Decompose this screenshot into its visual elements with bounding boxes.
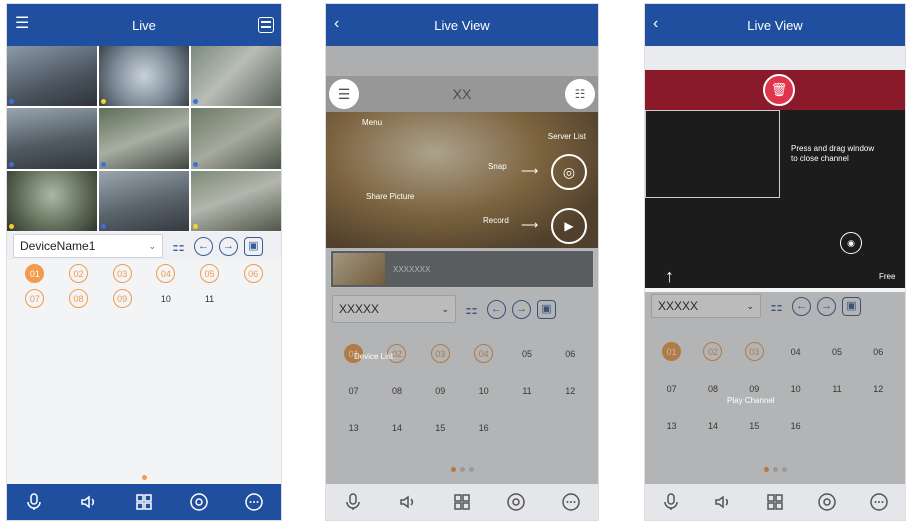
top-bar: ‹ Live View	[326, 4, 598, 46]
page-title: Live View	[747, 17, 803, 33]
device-select[interactable]: DeviceName1 ⌄	[13, 234, 163, 258]
menu-icon[interactable]: ☰	[329, 79, 359, 109]
server-list-icon[interactable]: ☷	[565, 79, 595, 109]
more-icon[interactable]	[560, 491, 582, 513]
bottom-toolbar	[645, 484, 905, 520]
camera-grid	[7, 46, 281, 231]
channel-button[interactable]: 11	[200, 289, 219, 308]
microphone-icon[interactable]	[23, 491, 45, 513]
chevron-down-icon: ⌄	[148, 240, 156, 251]
live-screen: ☰ Live DeviceName1 ⌄ ⚏ ← → ▣ 01 02 03 04 05 0…	[6, 3, 282, 521]
channel-button[interactable]: 05	[199, 264, 219, 283]
top-bar: ‹ Live View	[645, 4, 905, 46]
speaker-icon[interactable]	[712, 491, 734, 513]
channel-button[interactable]: 10	[156, 289, 175, 308]
device-select-value: DeviceName1	[20, 239, 96, 253]
camera-tile[interactable]	[99, 170, 189, 231]
page-title: Live	[132, 17, 156, 33]
microphone-icon[interactable]	[342, 491, 364, 513]
ptz-icon[interactable]	[505, 491, 527, 513]
camera-tile[interactable]	[99, 46, 189, 107]
annotation-drag-close: Press and drag window to close channel	[791, 144, 875, 163]
bottom-toolbar	[7, 484, 281, 520]
camera-tile[interactable]	[7, 170, 97, 231]
annotation-play-channel: Play Channel	[727, 396, 775, 405]
speaker-icon[interactable]	[78, 491, 100, 513]
channel-button[interactable]: 02	[68, 264, 88, 283]
annotation-record: Record	[483, 216, 509, 225]
camera-tile[interactable]	[7, 108, 97, 169]
dragged-window[interactable]	[645, 110, 780, 198]
prev-arrow-icon[interactable]: ←	[194, 236, 213, 256]
more-icon[interactable]	[243, 491, 265, 513]
channel-button[interactable]: 01	[25, 264, 45, 283]
camera-tile[interactable]	[99, 108, 189, 169]
snap-camera-icon[interactable]: ◎	[551, 154, 587, 190]
channel-button[interactable]: 06	[243, 264, 263, 283]
annotation-server-list: Server List	[547, 132, 586, 141]
channel-grid: 01 02 03 04 05 06 07 08 09 10 11	[7, 264, 281, 308]
annotation-device-list: Device List	[354, 352, 394, 361]
speaker-icon[interactable]	[397, 491, 419, 513]
page-title: Live View	[434, 17, 490, 33]
channel-button[interactable]: 08	[68, 289, 88, 308]
layout-icon[interactable]: ⚏	[169, 237, 188, 256]
page-indicator	[7, 475, 281, 480]
split-screen-icon[interactable]	[451, 491, 473, 513]
split-screen-icon[interactable]	[764, 491, 786, 513]
back-icon[interactable]: ‹	[653, 15, 658, 33]
fullscreen-icon[interactable]: ▣	[244, 236, 263, 256]
annotation-share-picture: Share Picture	[366, 192, 415, 201]
camera-tile[interactable]	[191, 108, 281, 169]
bottom-toolbar	[326, 484, 598, 520]
guide-overlay	[326, 46, 598, 484]
microphone-icon[interactable]	[660, 491, 682, 513]
next-arrow-icon[interactable]: →	[219, 236, 238, 256]
annotation-free: Free	[879, 272, 896, 281]
drag-up-arrow-icon: ↑	[665, 266, 674, 286]
ptz-icon[interactable]	[188, 491, 210, 513]
split-screen-icon[interactable]	[133, 491, 155, 513]
annotation-menu: Menu	[362, 118, 383, 127]
channel-button[interactable]: 04	[156, 264, 176, 283]
annotation-snap: Snap	[488, 162, 507, 171]
camera-tile[interactable]	[7, 46, 97, 107]
more-icon[interactable]	[868, 491, 890, 513]
menu-icon[interactable]: ☰	[15, 15, 29, 33]
live-view-close-guide-screen: ‹ Live View 🗑 Press and drag window to c…	[644, 3, 906, 521]
free-window-icon[interactable]: ◉	[840, 232, 862, 254]
top-bar: ☰ Live	[7, 4, 281, 46]
server-list-icon[interactable]	[258, 17, 274, 33]
trash-icon: 🗑	[763, 74, 795, 106]
channel-button[interactable]: 03	[112, 264, 132, 283]
live-view-guide-screen: ‹ Live View XX XXXXXXX XXXXX ⌄ ⚏ ← → ▣ 0…	[325, 3, 599, 521]
record-video-icon[interactable]: ▶	[551, 208, 587, 244]
guide-overlay	[645, 292, 905, 484]
channel-button[interactable]: 09	[112, 289, 132, 308]
camera-tile[interactable]	[191, 46, 281, 107]
toolbar-row: DeviceName1 ⌄ ⚏ ← → ▣	[7, 232, 281, 260]
ptz-icon[interactable]	[816, 491, 838, 513]
channel-button[interactable]: 07	[25, 289, 45, 308]
camera-tile[interactable]	[191, 170, 281, 231]
back-icon[interactable]: ‹	[334, 15, 339, 33]
